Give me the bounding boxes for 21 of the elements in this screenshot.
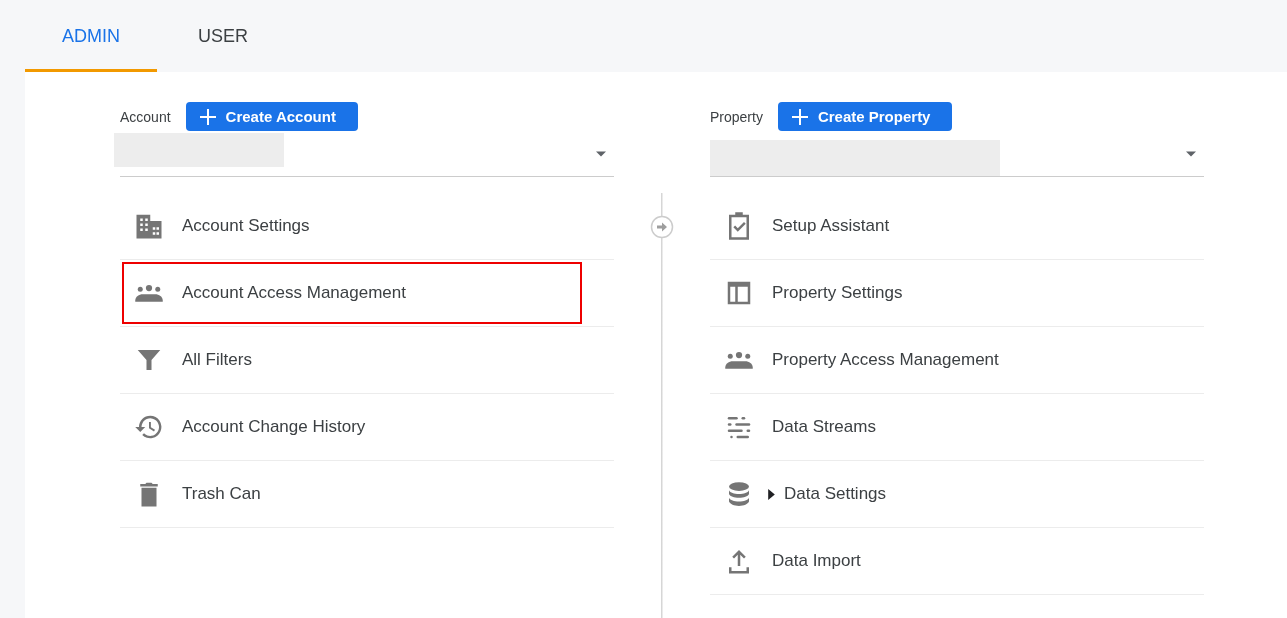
column-label: Account bbox=[120, 108, 171, 125]
menu-item[interactable]: Data Settings bbox=[712, 463, 1172, 525]
menu-item[interactable]: Property Settings bbox=[712, 262, 1172, 324]
menu-item[interactable]: Setup Assistant bbox=[712, 195, 1172, 257]
dropdown-arrow-icon bbox=[596, 151, 606, 157]
menu-item[interactable]: Data Streams bbox=[712, 396, 1172, 458]
menu-item[interactable]: Account Access Management bbox=[122, 262, 582, 324]
plus-icon bbox=[199, 108, 216, 125]
dropdown-arrow-icon bbox=[1186, 151, 1196, 157]
menu-item[interactable]: Data Import bbox=[712, 530, 1172, 592]
create-button[interactable]: Create Account bbox=[185, 102, 358, 131]
menu-item[interactable]: Trash Can bbox=[122, 463, 582, 525]
arrow-circle-icon bbox=[650, 215, 674, 239]
menu-item[interactable]: Property Access Management bbox=[712, 329, 1172, 391]
tab[interactable]: USER bbox=[157, 0, 289, 72]
menu-item[interactable]: Account Settings bbox=[122, 195, 582, 257]
column-label: Property bbox=[710, 108, 763, 125]
menu-item[interactable]: All Filters bbox=[122, 329, 582, 391]
plus-icon bbox=[791, 108, 808, 125]
menu-item[interactable]: Account Change History bbox=[122, 396, 582, 458]
create-button[interactable]: Create Property bbox=[777, 102, 953, 131]
